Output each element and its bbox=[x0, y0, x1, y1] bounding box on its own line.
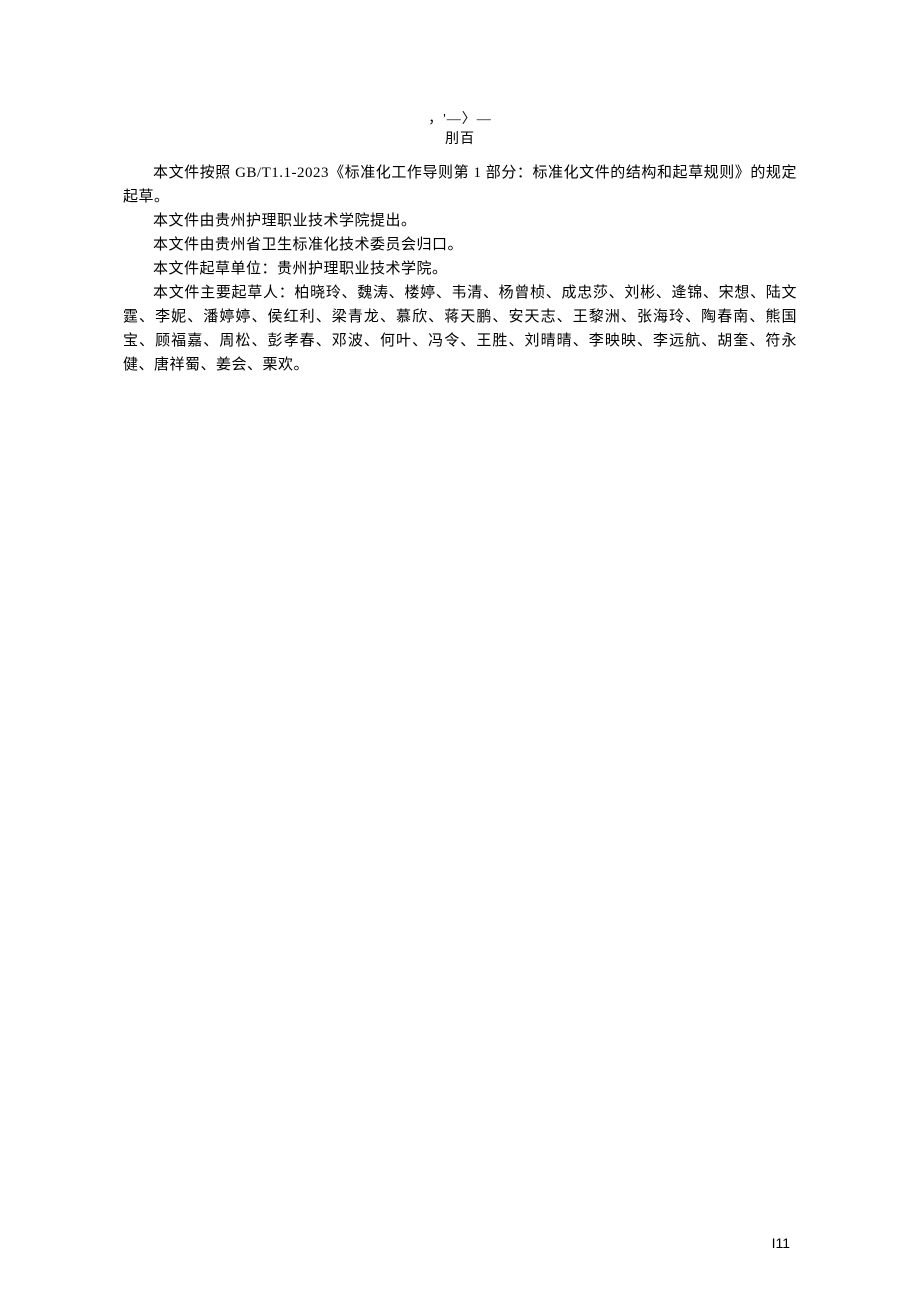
paragraph-1: 本文件按照 GB/T1.1-2023《标准化工作导则第 1 部分：标准化文件的结… bbox=[123, 161, 797, 209]
paragraph-2: 本文件由贵州护理职业技术学院提出。 bbox=[123, 209, 797, 233]
paragraph-5: 本文件主要起草人：柏晓玲、魏涛、楼婷、韦清、杨曾桢、成忠莎、刘彬、逄锦、宋想、陆… bbox=[123, 281, 797, 377]
document-page: ，'—〉— 刖百 本文件按照 GB/T1.1-2023《标准化工作导则第 1 部… bbox=[0, 0, 920, 377]
paragraph-3: 本文件由贵州省卫生标准化技术委员会归口。 bbox=[123, 233, 797, 257]
header-line-2: 刖百 bbox=[123, 130, 797, 150]
header-mark: ，'—〉— 刖百 bbox=[123, 110, 797, 149]
body-text: 本文件按照 GB/T1.1-2023《标准化工作导则第 1 部分：标准化文件的结… bbox=[123, 161, 797, 377]
header-line-1: ，'—〉— bbox=[123, 110, 797, 130]
paragraph-4: 本文件起草单位：贵州护理职业技术学院。 bbox=[123, 257, 797, 281]
page-number: I11 bbox=[772, 1235, 790, 1251]
